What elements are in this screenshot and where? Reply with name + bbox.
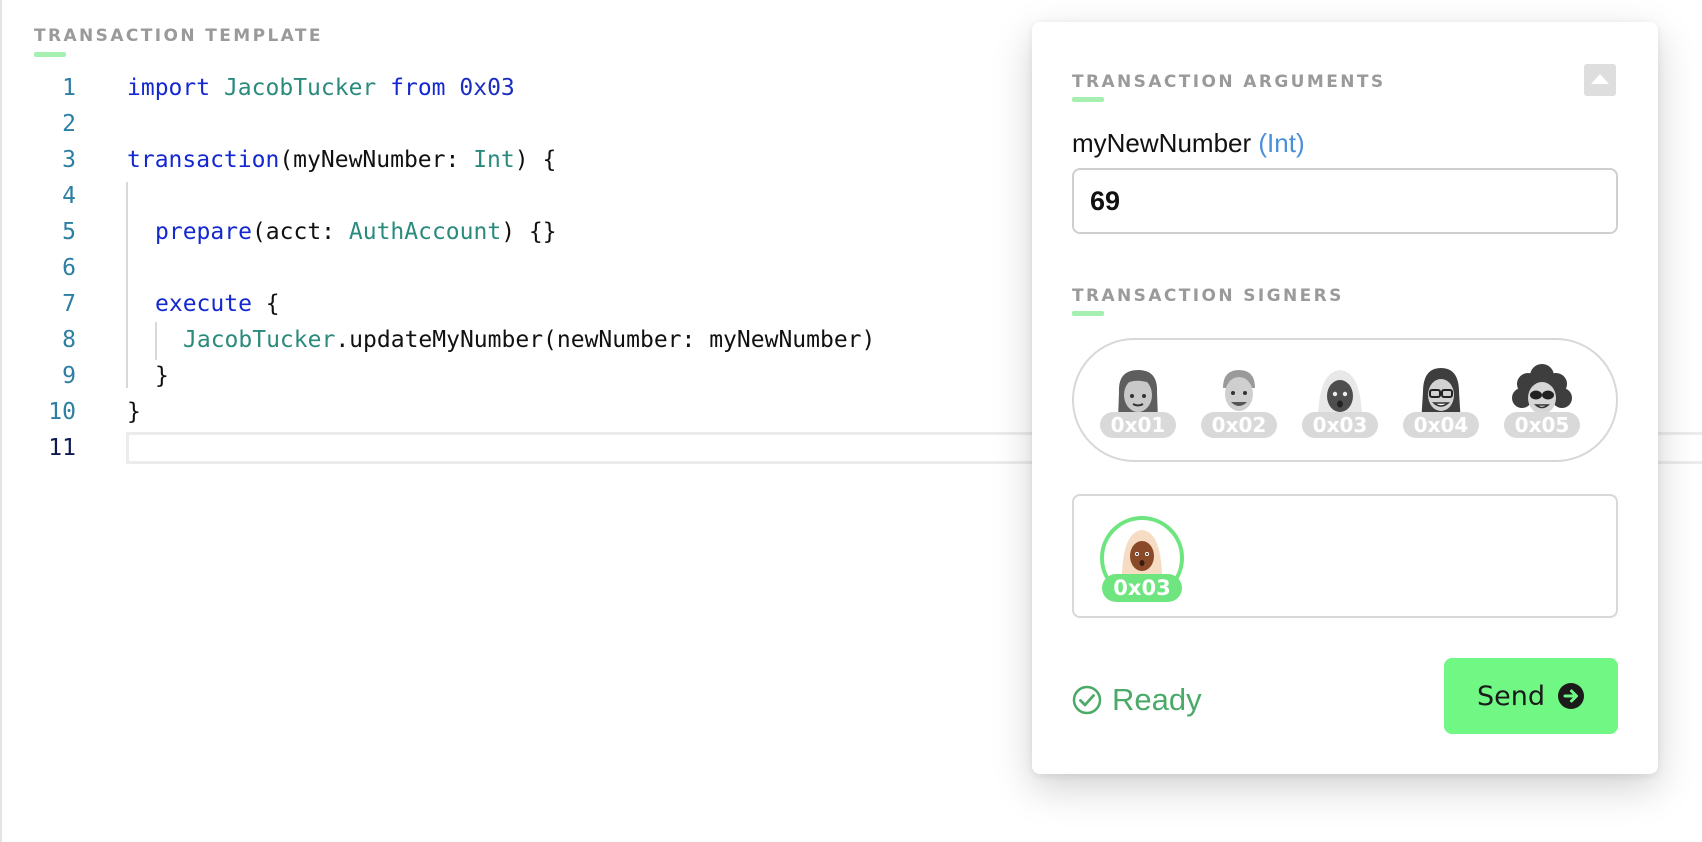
line-number: 2 [62, 111, 76, 137]
account-avatar-0x03[interactable]: 0x03 [1302, 362, 1378, 438]
account-address: 0x01 [1100, 412, 1176, 438]
section-underline [1072, 311, 1104, 316]
account-avatar-0x01[interactable]: 0x01 [1100, 362, 1176, 438]
line-number: 1 [62, 75, 76, 101]
transaction-panel: TRANSACTION ARGUMENTS myNewNumber (Int) … [1032, 22, 1658, 774]
my-new-number-input[interactable] [1072, 168, 1618, 234]
transaction-signers-label: TRANSACTION SIGNERS [1072, 286, 1344, 306]
status-text: Ready [1112, 682, 1202, 717]
account-address: 0x03 [1302, 412, 1378, 438]
indent-guide [155, 322, 157, 360]
send-button[interactable]: Send [1444, 658, 1618, 734]
account-avatar-0x02[interactable]: 0x02 [1201, 362, 1277, 438]
argument-type: (Int) [1258, 128, 1305, 158]
arrow-right-circle-icon [1558, 683, 1584, 709]
signer-picker: 0x01 0x02 0x03 0x04 0x05 [1072, 338, 1618, 462]
send-label: Send [1476, 680, 1545, 712]
account-address: 0x04 [1403, 412, 1479, 438]
account-avatar-0x04[interactable]: 0x04 [1403, 362, 1479, 438]
check-circle-icon [1072, 685, 1102, 715]
line-number: 11 [48, 435, 76, 461]
section-underline [1072, 97, 1104, 102]
line-number: 10 [48, 399, 76, 425]
caret-up-icon [1591, 74, 1609, 84]
line-number: 5 [62, 219, 76, 245]
argument-label: myNewNumber (Int) [1072, 128, 1305, 159]
line-number: 6 [62, 255, 76, 281]
transaction-template-label: TRANSACTION TEMPLATE [34, 26, 323, 46]
line-number: 9 [62, 363, 76, 389]
line-number: 3 [62, 147, 76, 173]
selected-signer-0x03[interactable]: 0x03 [1100, 516, 1184, 602]
account-address: 0x05 [1504, 412, 1580, 438]
indent-guide [126, 182, 128, 388]
account-avatar-0x05[interactable]: 0x05 [1504, 362, 1580, 438]
collapse-panel-button[interactable] [1584, 64, 1616, 96]
argument-name: myNewNumber [1072, 128, 1252, 158]
section-underline [34, 52, 66, 57]
line-number: 8 [62, 327, 76, 353]
selected-signer-address: 0x03 [1102, 574, 1182, 602]
line-number: 4 [62, 183, 76, 209]
selected-signers: 0x03 [1072, 494, 1618, 618]
line-number: 7 [62, 291, 76, 317]
transaction-status: Ready [1072, 680, 1202, 720]
account-address: 0x02 [1201, 412, 1277, 438]
transaction-arguments-label: TRANSACTION ARGUMENTS [1072, 72, 1386, 92]
